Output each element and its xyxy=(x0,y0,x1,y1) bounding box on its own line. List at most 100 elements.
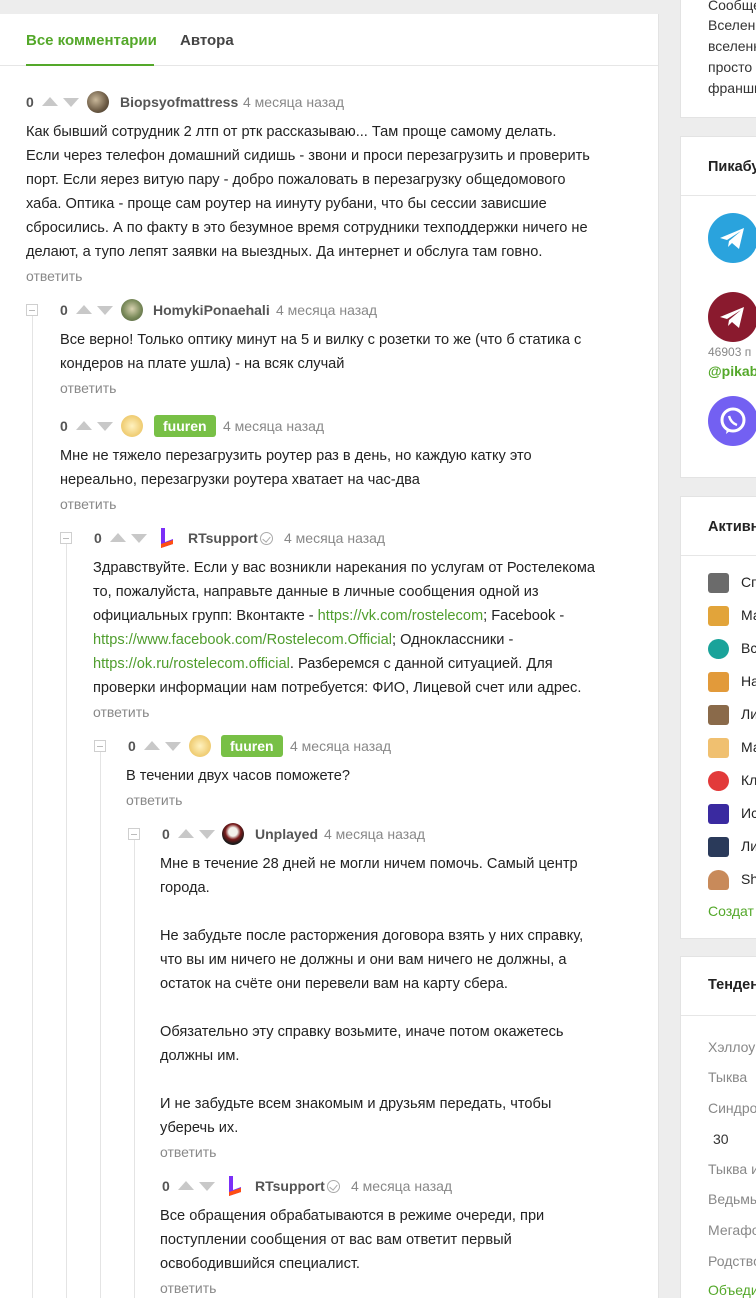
downvote-icon[interactable] xyxy=(165,742,181,751)
community-name: Ма xyxy=(741,607,756,623)
viber-icon[interactable] xyxy=(708,396,756,446)
collapse-thread-button[interactable] xyxy=(94,740,106,752)
comment-line: Как бывший сотрудник 2 лтп от ртк расска… xyxy=(26,124,557,140)
comment-text: Мне в течение 28 дней не могли ничем пом… xyxy=(160,852,640,1140)
comment-time[interactable]: 4 месяца назад xyxy=(223,414,324,438)
community-icon xyxy=(708,804,729,824)
community-icon xyxy=(708,837,729,857)
comment-line: освободившийся специалист. xyxy=(160,1256,360,1272)
comment-line: Обязательно эту справку возьмите, иначе … xyxy=(160,1024,564,1040)
tab-author-comments[interactable]: Автора xyxy=(180,32,234,49)
comment-author[interactable]: Unplayed xyxy=(255,822,318,846)
comment-line: нереально, перезагрузки роутера хватает … xyxy=(60,472,420,488)
description-line: просто xyxy=(708,59,753,75)
trend-item[interactable]: Ведьмы xyxy=(708,1191,756,1207)
reply-link[interactable]: ответить xyxy=(26,268,82,284)
collapse-thread-button[interactable] xyxy=(26,304,38,316)
trend-item[interactable]: Тыква xyxy=(708,1069,747,1085)
rostelecom-logo-icon[interactable] xyxy=(226,1175,244,1197)
comment-line: Если через телефон домашний сидишь - зво… xyxy=(26,148,590,164)
comment-author-badge[interactable]: fuuren xyxy=(221,735,283,757)
verified-icon xyxy=(260,532,273,545)
comment-header: 0 RTsupport 4 месяца назад xyxy=(162,1174,482,1198)
comment-time[interactable]: 4 месяца назад xyxy=(284,526,385,550)
upvote-icon[interactable] xyxy=(76,305,92,314)
comment-time[interactable]: 4 месяца назад xyxy=(351,1174,452,1198)
trend-item[interactable]: Объеди xyxy=(708,1282,756,1298)
comment-author[interactable]: RTsupport xyxy=(188,526,258,550)
reply-link[interactable]: ответить xyxy=(126,792,182,808)
upvote-icon[interactable] xyxy=(42,97,58,106)
comment-time[interactable]: 4 месяца назад xyxy=(276,298,377,322)
collapse-thread-button[interactable] xyxy=(128,828,140,840)
community-name: Ма xyxy=(741,739,756,755)
trend-item[interactable]: Тыква и xyxy=(708,1161,756,1177)
comment-header: 0 HomykiPonaehali 4 месяца назад xyxy=(60,298,420,322)
comment-time[interactable]: 4 месяца назад xyxy=(324,822,425,846)
rostelecom-logo-icon[interactable] xyxy=(158,527,176,549)
downvote-icon[interactable] xyxy=(199,1182,215,1191)
collapse-thread-button[interactable] xyxy=(60,532,72,544)
comment-text-fragment: официальных групп: Вконтакте - xyxy=(93,608,318,624)
upvote-icon[interactable] xyxy=(178,829,194,838)
comment-author[interactable]: HomykiPonaehali xyxy=(153,298,270,322)
comment-text: Все обращения обрабатываются в режиме оч… xyxy=(160,1204,640,1276)
downvote-icon[interactable] xyxy=(199,830,215,839)
odnoklassniki-link[interactable]: https://ok.ru/rostelecom.official xyxy=(93,656,290,672)
trend-item[interactable]: Синдро xyxy=(708,1100,756,1116)
trend-item[interactable]: Родство xyxy=(708,1253,756,1269)
telegram-icon[interactable] xyxy=(708,213,756,263)
comment-text: Все верно! Только оптику минут на 5 и ви… xyxy=(60,328,650,376)
trend-item[interactable]: Мегафо xyxy=(708,1222,756,1238)
comment-rating: 0 xyxy=(128,738,136,754)
upvote-icon[interactable] xyxy=(144,741,160,750)
comment-line: https://www.facebook.com/Rostelecom.Offi… xyxy=(93,628,653,652)
avatar[interactable] xyxy=(87,91,109,113)
vk-link[interactable]: https://vk.com/rostelecom xyxy=(318,608,483,624)
upvote-icon[interactable] xyxy=(110,533,126,542)
active-communities-card: Активн Сп Ма Вс На Ли Ма Кл Ис Ли Sh Соз… xyxy=(680,496,756,939)
tab-all-comments[interactable]: Все комментарии xyxy=(26,32,157,49)
reply-link[interactable]: ответить xyxy=(160,1280,216,1296)
comment-time[interactable]: 4 месяца назад xyxy=(290,734,391,758)
reply-link[interactable]: ответить xyxy=(93,704,149,720)
reply-link[interactable]: ответить xyxy=(60,380,116,396)
comment-author-badge[interactable]: fuuren xyxy=(154,415,216,437)
downvote-icon[interactable] xyxy=(131,534,147,543)
community-name: На xyxy=(741,673,756,689)
comment-line: делают, а тупо лепят заявки на выездных.… xyxy=(26,244,543,260)
comment-author[interactable]: RTsupport xyxy=(255,1174,325,1198)
comment-author[interactable]: Biopsyofmattress xyxy=(120,90,238,114)
community-name: Сп xyxy=(741,574,756,590)
comment-text-fragment: ; Одноклассники - xyxy=(392,632,514,648)
upvote-icon[interactable] xyxy=(76,421,92,430)
comment-line: поступлении сообщения от вас вам ответит… xyxy=(160,1232,512,1248)
community-icon xyxy=(708,870,729,890)
comment-line xyxy=(160,900,640,924)
description-line: Сообщес xyxy=(708,0,756,13)
downvote-icon[interactable] xyxy=(63,98,79,107)
telegram-handle-link[interactable]: @pikabu xyxy=(708,363,756,379)
comment-line: официальных групп: Вконтакте - https://v… xyxy=(93,604,653,628)
downvote-icon[interactable] xyxy=(97,306,113,315)
upvote-icon[interactable] xyxy=(178,1181,194,1190)
create-community-link[interactable]: Создат xyxy=(708,903,754,919)
comment-line: уберечь их. xyxy=(160,1120,239,1136)
avatar[interactable] xyxy=(222,823,244,845)
trend-item[interactable]: Хэллоуи xyxy=(708,1039,756,1055)
comment-line: Все обращения обрабатываются в режиме оч… xyxy=(160,1208,545,1224)
downvote-icon[interactable] xyxy=(97,422,113,431)
comment-time[interactable]: 4 месяца назад xyxy=(243,90,344,114)
facebook-link[interactable]: https://www.facebook.com/Rostelecom.Offi… xyxy=(93,632,392,648)
comment-text: В течении двух часов поможете? xyxy=(126,764,626,788)
avatar[interactable] xyxy=(121,299,143,321)
reply-link[interactable]: ответить xyxy=(60,496,116,512)
thread-line xyxy=(134,840,135,1298)
comment-line: порт. Если яерез витую пару - добро пожа… xyxy=(26,172,566,188)
avatar[interactable] xyxy=(189,735,211,757)
avatar[interactable] xyxy=(121,415,143,437)
community-name: Ли xyxy=(741,706,756,722)
comment-line: хаба. Оптика - проще сам роутер на иинут… xyxy=(26,196,547,212)
telegram-icon[interactable] xyxy=(708,292,756,342)
reply-link[interactable]: ответить xyxy=(160,1144,216,1160)
